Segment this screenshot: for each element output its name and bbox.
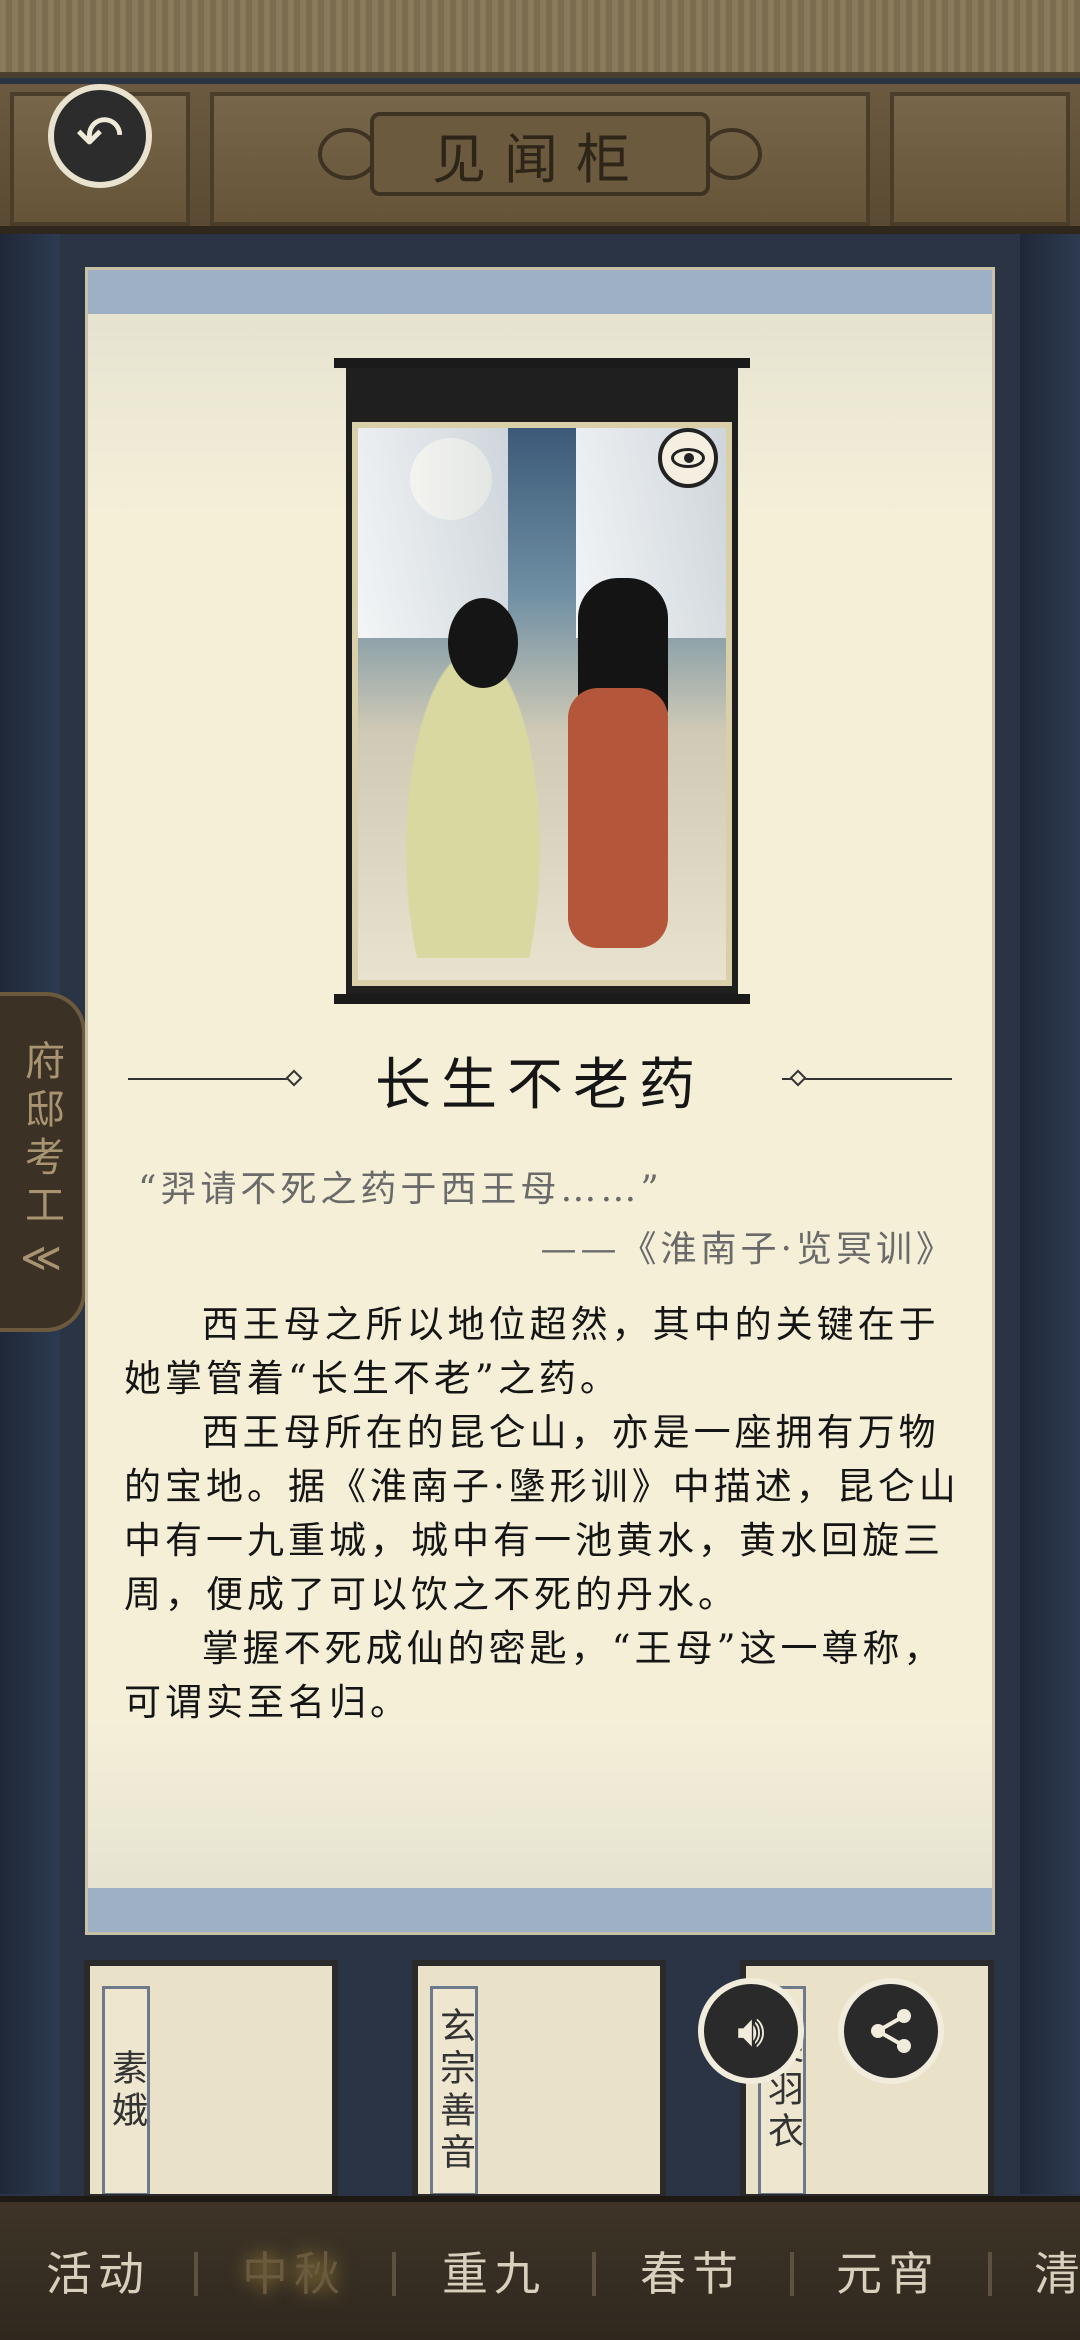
side-tab-label: 府邸考工 (18, 1040, 64, 1232)
item-scroll: 长生不老药 “羿请不死之药于西王母……” ——《淮南子·览冥训》 西王母之所以地… (88, 270, 992, 1932)
figure-robe (568, 688, 668, 948)
share-button[interactable] (838, 1978, 944, 2084)
mist-bottom (88, 1720, 992, 1888)
tab-spring-festival[interactable]: 春节 (640, 2238, 744, 2304)
tab-qingming[interactable]: 清 (1034, 2238, 1080, 2304)
item-quote-source: ——《淮南子·览冥训》 (540, 1229, 956, 1270)
title-ornament-right (702, 128, 762, 180)
view-button[interactable] (658, 428, 718, 488)
tab-separator (592, 2252, 596, 2296)
item-illustration[interactable] (352, 422, 732, 986)
page-title: 见闻柜 (370, 112, 710, 196)
tab-separator (790, 2252, 794, 2296)
description-paragraph: 西王母所在的昆仑山，亦是一座拥有万物的宝地。据《淮南子·墬形训》中描述，昆仑山中… (124, 1411, 960, 1616)
side-tab-mansion[interactable]: 府邸考工 ≪ (0, 992, 86, 1332)
figure-hair (448, 598, 518, 688)
tab-separator (988, 2252, 992, 2296)
top-blind (0, 0, 1080, 78)
eye-icon (671, 448, 705, 468)
right-frame (1020, 234, 1080, 2194)
tab-mid-autumn[interactable]: 中秋 (242, 2238, 346, 2304)
scroll-rod-top (88, 270, 992, 314)
frame-bar-bottom (334, 994, 750, 1004)
item-title: 长生不老药 (375, 1053, 705, 1118)
share-icon (871, 2009, 911, 2053)
item-quote: “羿请不死之药于西王母……” (138, 1169, 663, 1210)
side-tab-arrow: ≪ (20, 1235, 62, 1281)
collection-card[interactable]: 玄宗善音 (412, 1960, 666, 2200)
card-label: 玄宗善音 (430, 1986, 478, 2194)
tab-separator (392, 2252, 396, 2296)
title-ornament-left (318, 128, 378, 180)
card-label: 素娥 (102, 1986, 150, 2194)
description-paragraph: 西王母之所以地位超然，其中的关键在于她掌管着“长生不老”之药。 (124, 1303, 940, 1400)
description-paragraph: 掌握不死成仙的密匙，“王母”这一尊称，可谓实至名归。 (124, 1627, 945, 1724)
tab-separator (194, 2252, 198, 2296)
tab-lantern-festival[interactable]: 元宵 (836, 2238, 940, 2304)
festival-tab-bar: 活动 中秋 重九 春节 元宵 清 (0, 2196, 1080, 2340)
item-description: 西王母之所以地位超然，其中的关键在于她掌管着“长生不老”之药。 西王母所在的昆仑… (124, 1298, 964, 1730)
sound-button[interactable]: 🔊︎ (698, 1978, 804, 2084)
figure-hou-yi (548, 578, 698, 978)
back-button[interactable]: ↶ (48, 84, 152, 188)
tab-double-ninth[interactable]: 重九 (442, 2238, 546, 2304)
frame-bar-top (334, 358, 750, 368)
back-arrow-icon: ↶ (75, 102, 125, 170)
tab-activity[interactable]: 活动 (46, 2238, 150, 2304)
figure-change-e (388, 598, 558, 958)
speaker-icon: 🔊︎ (737, 2005, 765, 2057)
header-panel-right (890, 92, 1070, 226)
scroll-rod-bottom (88, 1888, 992, 1932)
collection-card[interactable]: 素娥 (84, 1960, 338, 2200)
